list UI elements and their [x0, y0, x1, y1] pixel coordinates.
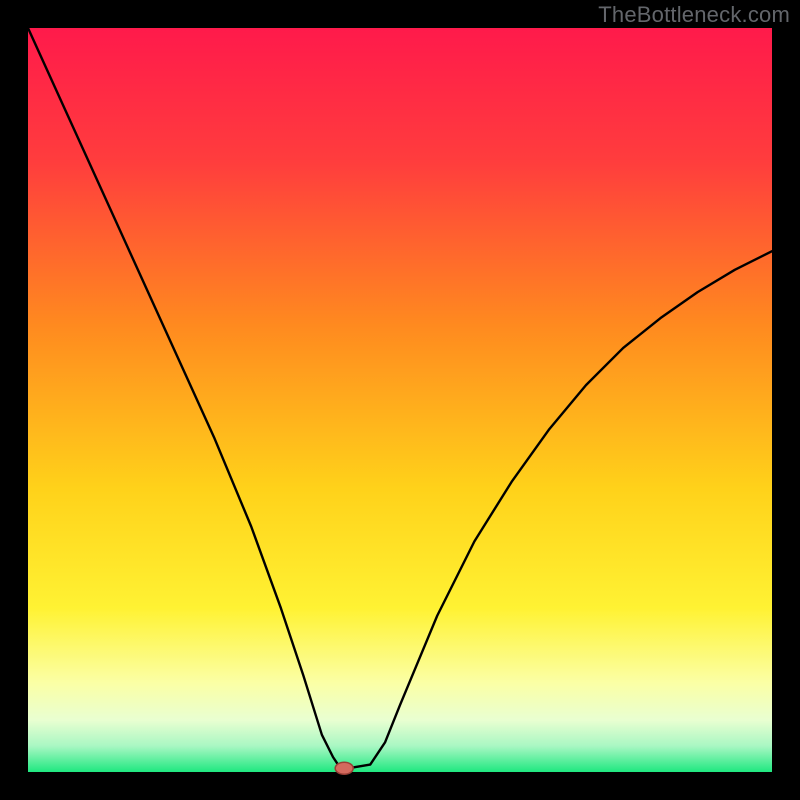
bottleneck-chart [0, 0, 800, 800]
chart-container: TheBottleneck.com [0, 0, 800, 800]
plot-background [28, 28, 772, 772]
optimal-marker [335, 762, 353, 774]
